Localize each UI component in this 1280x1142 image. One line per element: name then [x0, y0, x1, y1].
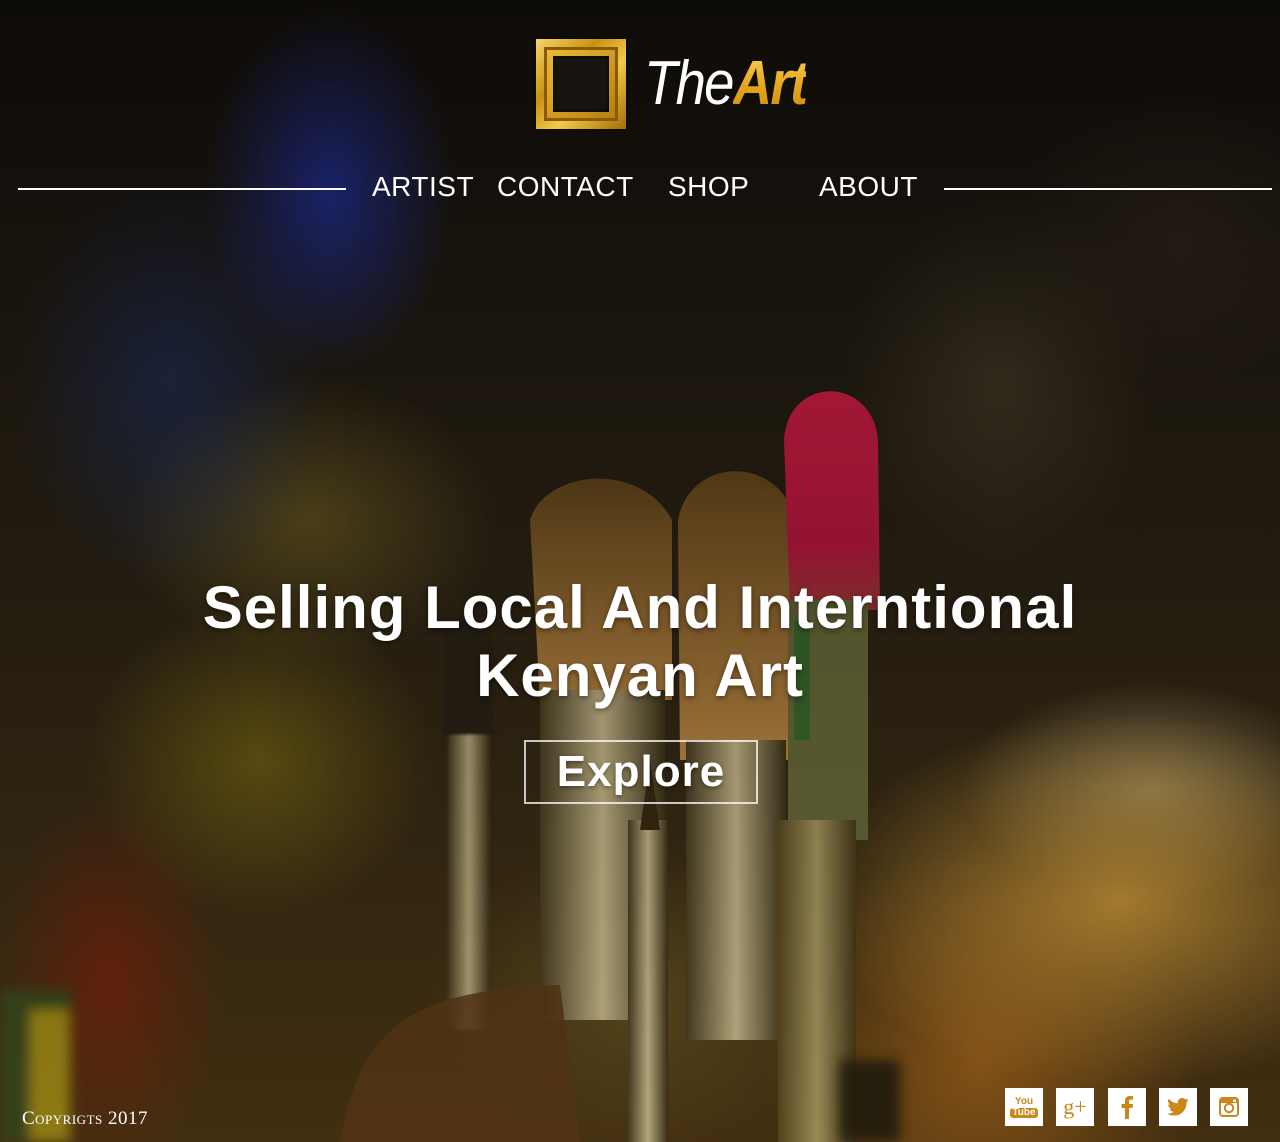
google-plus-button[interactable]: g+ — [1056, 1088, 1094, 1126]
hero-title-line1: Selling Local And Interntional — [202, 574, 1078, 641]
nav-item-artist[interactable]: ARTIST — [372, 170, 474, 204]
nav-item-shop[interactable]: SHOP — [668, 170, 749, 204]
twitter-icon — [1167, 1098, 1189, 1116]
youtube-icon-you: You — [1014, 1095, 1034, 1107]
instagram-icon — [1219, 1097, 1239, 1117]
brand-logo[interactable]: TheArt — [536, 38, 828, 130]
nav-item-about[interactable]: ABOUT — [819, 170, 918, 204]
brand-name-the: The — [644, 49, 734, 118]
facebook-icon — [1121, 1095, 1133, 1119]
youtube-icon: You Tube — [1010, 1095, 1038, 1118]
nav-divider-right — [944, 188, 1272, 190]
youtube-button[interactable]: You Tube — [1005, 1088, 1043, 1126]
picture-frame-icon — [536, 39, 626, 129]
google-plus-icon: g+ — [1063, 1094, 1087, 1119]
hero-title: Selling Local And Interntional Kenyan Ar… — [140, 574, 1140, 710]
youtube-icon-tube: Tube — [1010, 1106, 1038, 1118]
nav-item-contact[interactable]: CONTACT — [497, 170, 634, 204]
instagram-button[interactable] — [1210, 1088, 1248, 1126]
brand-name: TheArt — [644, 53, 808, 115]
twitter-button[interactable] — [1159, 1088, 1197, 1126]
explore-button[interactable]: Explore — [524, 740, 758, 804]
nav-divider-left — [18, 188, 346, 190]
background-overlay — [0, 0, 1280, 1142]
copyright-text: Copyrigts 2017 — [22, 1108, 148, 1129]
hero-title-line2: Kenyan Art — [476, 642, 804, 709]
facebook-button[interactable] — [1108, 1088, 1146, 1126]
brand-name-art: Art — [732, 49, 808, 118]
